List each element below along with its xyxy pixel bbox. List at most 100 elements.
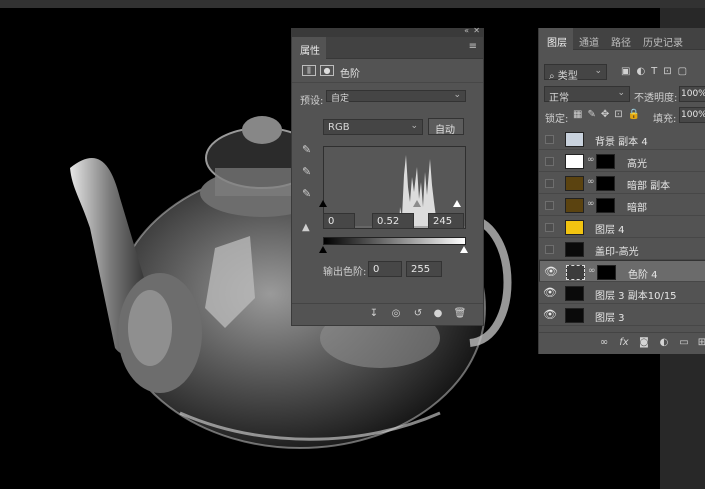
layer-row-selected[interactable]: 👁 ∞ 色阶 4 bbox=[539, 260, 705, 282]
layer-thumbnail bbox=[565, 154, 584, 169]
adjustment-title: 色阶 bbox=[340, 69, 360, 80]
adjustment-layer-icon[interactable]: ◐ bbox=[657, 337, 671, 351]
layer-row[interactable]: 👁 图层 3 副本10/15 bbox=[539, 282, 705, 304]
output-black-slider[interactable] bbox=[319, 246, 327, 253]
lock-label: 锁定: bbox=[545, 114, 569, 125]
mask-icon[interactable]: ● bbox=[320, 65, 334, 76]
layer-row[interactable]: 👁 图层 3 bbox=[539, 304, 705, 326]
eye-icon[interactable]: 👁 bbox=[543, 308, 557, 321]
new-layer-icon[interactable]: ⊞ bbox=[695, 337, 705, 351]
output-gradient bbox=[323, 237, 466, 245]
chevron-down-icon: ⌄ bbox=[453, 90, 461, 100]
levels-icon[interactable]: ⫼ bbox=[302, 65, 316, 76]
eye-icon[interactable]: 👁 bbox=[544, 265, 558, 278]
layer-name: 色阶 4 bbox=[628, 270, 658, 281]
input-shadow-field[interactable]: 0 bbox=[323, 213, 355, 229]
view-previous-icon[interactable]: ◎ bbox=[389, 308, 403, 322]
visibility-toggle[interactable] bbox=[545, 245, 554, 254]
layer-row[interactable]: ∞ 暗部 bbox=[539, 194, 705, 216]
panel-top-bar: « ✕ bbox=[292, 26, 483, 37]
layer-mask-thumbnail bbox=[596, 198, 615, 213]
layer-row[interactable]: 背景 副本 4 bbox=[539, 128, 705, 150]
white-eyedropper-icon[interactable]: ✎ bbox=[302, 187, 316, 201]
filter-icons[interactable]: ▣◐T⊡▢ bbox=[621, 66, 693, 77]
visibility-toggle[interactable] bbox=[545, 157, 554, 166]
channel-value: RGB bbox=[328, 122, 350, 133]
tab-channels[interactable]: 通道 bbox=[579, 28, 599, 50]
close-icon[interactable]: ✕ bbox=[473, 26, 480, 35]
layer-thumbnail bbox=[565, 286, 584, 301]
layer-row[interactable]: ∞ 高光 bbox=[539, 150, 705, 172]
layer-thumbnail bbox=[565, 308, 584, 323]
layer-thumbnail bbox=[565, 176, 584, 191]
preset-value: 自定 bbox=[331, 94, 350, 104]
blend-mode-value: 正常 bbox=[549, 93, 569, 104]
layer-thumbnail bbox=[565, 132, 584, 147]
fill-field[interactable]: 100% bbox=[679, 107, 705, 123]
layer-mask-thumbnail bbox=[596, 154, 615, 169]
fill-label: 填充: bbox=[653, 114, 677, 125]
layer-name: 图层 3 bbox=[595, 313, 625, 324]
chevron-down-icon: ⌄ bbox=[617, 88, 625, 98]
visibility-eye-icon[interactable]: ● bbox=[431, 308, 445, 322]
trash-icon[interactable]: 🗑 bbox=[453, 308, 467, 322]
eye-icon[interactable]: 👁 bbox=[543, 286, 557, 299]
visibility-toggle[interactable] bbox=[545, 179, 554, 188]
output-shadow-field[interactable]: 0 bbox=[368, 261, 402, 277]
layers-panel: 图层 通道 路径 历史记录 ⌕ 类型 ⌄ ▣◐T⊡▢ 正常 ⌄ 不透明度: 10… bbox=[538, 28, 705, 354]
layer-thumbnail bbox=[565, 198, 584, 213]
opacity-field[interactable]: 100% bbox=[679, 86, 705, 102]
group-icon[interactable]: ▭ bbox=[677, 337, 691, 351]
tab-paths[interactable]: 路径 bbox=[611, 28, 631, 50]
top-strip bbox=[0, 0, 705, 8]
input-gamma-field[interactable]: 0.52 bbox=[372, 213, 414, 229]
visibility-toggle[interactable] bbox=[545, 223, 554, 232]
clipping-warning-icon[interactable]: ▲ bbox=[302, 222, 316, 236]
link-icon: ∞ bbox=[588, 266, 596, 276]
layer-row[interactable]: 盖印-高光 bbox=[539, 238, 705, 260]
link-layers-icon[interactable]: ∞ bbox=[597, 337, 611, 351]
auto-button[interactable]: 自动 bbox=[428, 118, 464, 136]
add-mask-icon[interactable]: ◙ bbox=[637, 337, 651, 351]
fx-icon[interactable]: fx bbox=[617, 337, 631, 351]
visibility-toggle[interactable] bbox=[545, 135, 554, 144]
lock-icons[interactable]: ▦✎✥⊡🔒 bbox=[573, 109, 645, 120]
reset-icon[interactable]: ↺ bbox=[411, 308, 425, 322]
black-eyedropper-icon[interactable]: ✎ bbox=[302, 143, 316, 157]
layer-row[interactable]: ∞ 暗部 副本 bbox=[539, 172, 705, 194]
input-gamma-slider[interactable] bbox=[413, 200, 421, 207]
layer-mask-thumbnail bbox=[597, 265, 616, 280]
input-highlight-field[interactable]: 245 bbox=[428, 213, 464, 229]
link-icon: ∞ bbox=[587, 199, 595, 209]
panel-menu-icon[interactable]: ≡ bbox=[469, 41, 477, 52]
blend-mode-select[interactable]: 正常 ⌄ bbox=[544, 86, 630, 104]
layer-row[interactable]: 图层 4 bbox=[539, 216, 705, 238]
link-icon: ∞ bbox=[587, 155, 595, 165]
visibility-toggle[interactable] bbox=[545, 201, 554, 210]
search-icon: ⌕ bbox=[549, 71, 558, 82]
layers-footer: ∞ fx ◙ ◐ ▭ ⊞ bbox=[539, 332, 705, 354]
clip-to-layer-icon[interactable]: ↧ bbox=[367, 308, 381, 322]
output-levels-label: 输出色阶: bbox=[323, 267, 367, 278]
channel-select[interactable]: RGB ⌄ bbox=[323, 119, 423, 135]
layer-filter-select[interactable]: ⌕ 类型 ⌄ bbox=[544, 64, 607, 82]
layer-thumbnail bbox=[565, 220, 584, 235]
tab-properties[interactable]: 属性 bbox=[292, 37, 326, 59]
chevron-down-icon: ⌄ bbox=[594, 66, 602, 76]
layer-name: 图层 3 副本10/15 bbox=[595, 291, 677, 302]
output-highlight-field[interactable]: 255 bbox=[406, 261, 442, 277]
input-white-slider[interactable] bbox=[453, 200, 461, 207]
layer-name: 背景 副本 4 bbox=[595, 137, 648, 148]
properties-tabs: 属性 ≡ bbox=[292, 37, 483, 59]
output-white-slider[interactable] bbox=[460, 246, 468, 253]
tab-history[interactable]: 历史记录 bbox=[643, 28, 683, 50]
gray-eyedropper-icon[interactable]: ✎ bbox=[302, 165, 316, 179]
link-icon: ∞ bbox=[587, 177, 595, 187]
preset-label: 预设: bbox=[300, 96, 324, 107]
properties-header: ⫼ ● 色阶 bbox=[292, 59, 483, 83]
preset-select[interactable]: 自定 ⌄ bbox=[326, 90, 466, 104]
layer-name: 暗部 副本 bbox=[627, 181, 671, 192]
collapse-icon[interactable]: « bbox=[464, 26, 469, 35]
input-black-slider[interactable] bbox=[319, 200, 327, 207]
tab-layers[interactable]: 图层 bbox=[539, 28, 573, 50]
